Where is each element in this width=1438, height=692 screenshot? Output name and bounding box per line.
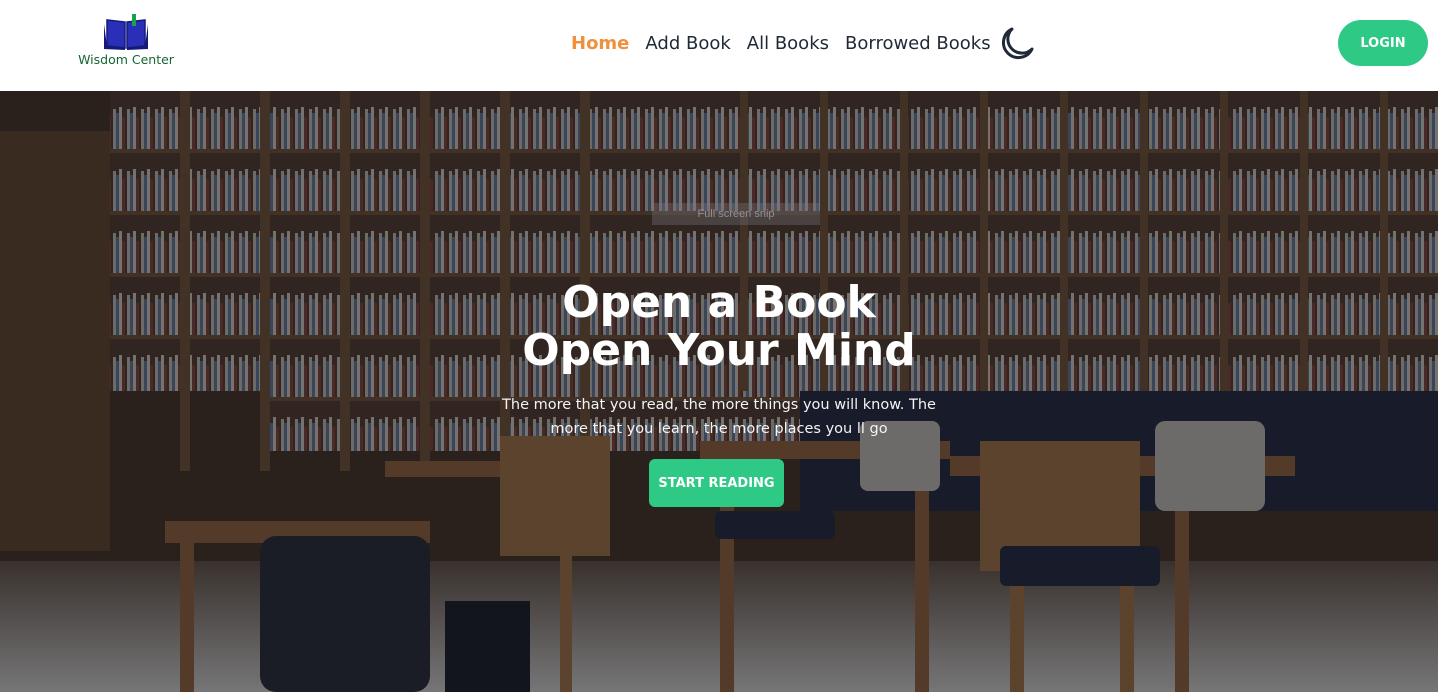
- nav-all-books[interactable]: All Books: [747, 33, 829, 54]
- nav-borrowed-books[interactable]: Borrowed Books: [845, 33, 991, 54]
- nav-add-book[interactable]: Add Book: [645, 33, 730, 54]
- open-book-icon: [104, 14, 148, 50]
- start-reading-button[interactable]: START READING: [649, 459, 784, 507]
- nav-home[interactable]: Home: [571, 33, 629, 54]
- brand-logo[interactable]: Wisdom Center: [74, 12, 178, 70]
- hero-title-line1: Open a Book: [562, 277, 876, 328]
- hero-title-line2: Open Your Mind: [522, 325, 916, 376]
- hero-subtitle: The more that you read, the more things …: [502, 397, 936, 437]
- moon-icon[interactable]: [998, 25, 1036, 63]
- main-nav: Home Add Book All Books Borrowed Books: [571, 33, 1007, 54]
- navbar: Wisdom Center Home Add Book All Books Bo…: [0, 0, 1438, 91]
- hero-section: Full screen snip Open a Book Open Your M…: [0, 91, 1438, 692]
- brand-name: Wisdom Center: [78, 52, 174, 67]
- snip-tooltip: Full screen snip: [652, 203, 820, 225]
- hero-overlay: [0, 91, 1438, 692]
- login-button[interactable]: LOGIN: [1338, 20, 1428, 66]
